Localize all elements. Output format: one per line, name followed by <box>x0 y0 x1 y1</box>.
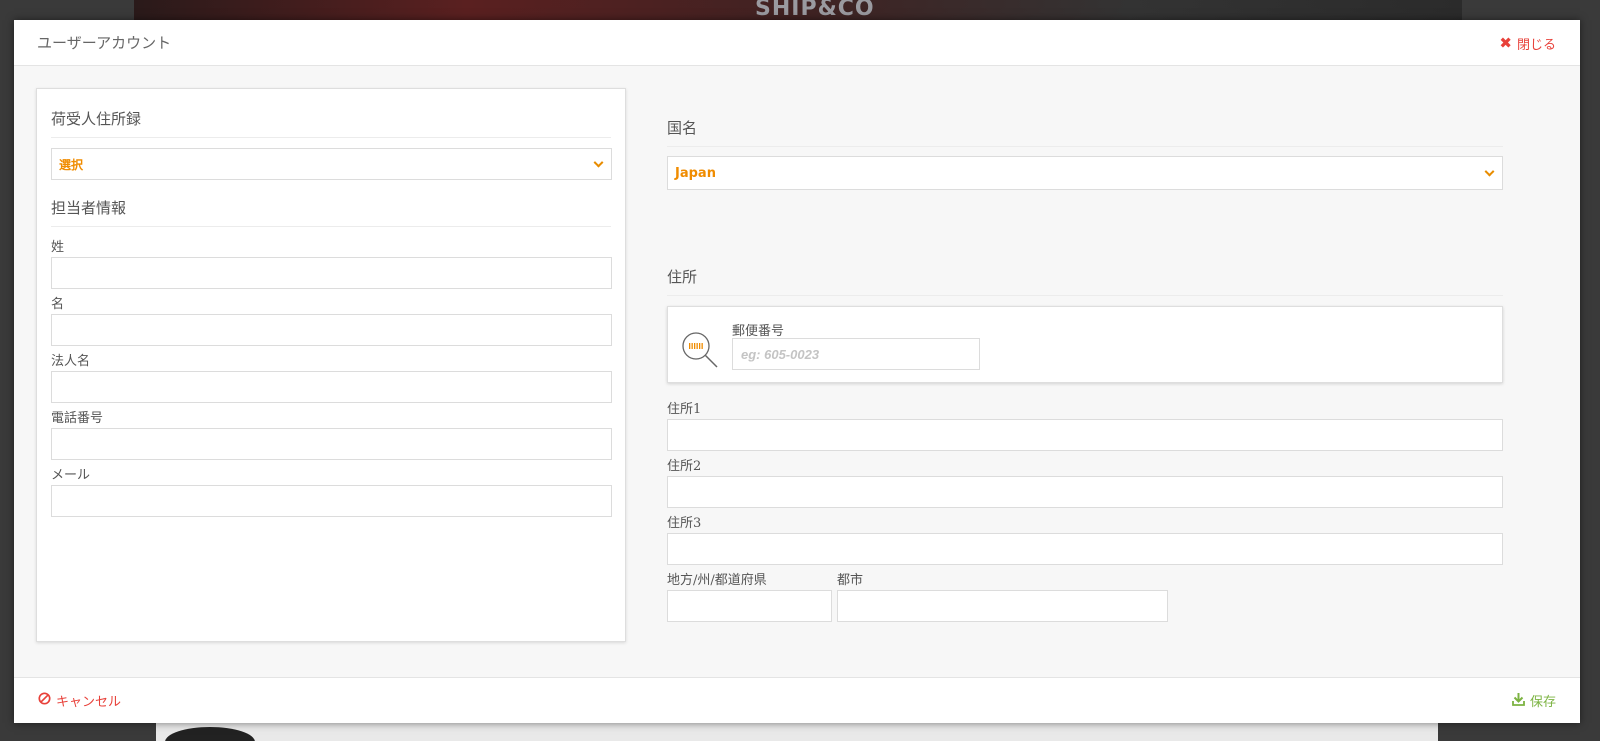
email-input[interactable] <box>51 485 612 517</box>
address2-input[interactable] <box>667 476 1503 508</box>
country-select[interactable]: Japan <box>667 156 1503 190</box>
address3-input[interactable] <box>667 533 1503 565</box>
modal-title: ユーザーアカウント <box>37 34 172 52</box>
address1-group: 住所1 <box>667 398 1503 451</box>
address-section: 住所 <box>667 266 1503 296</box>
email-label: メール <box>51 468 91 483</box>
country-select-value: Japan <box>675 165 716 181</box>
country-section: 国名 <box>667 117 1503 147</box>
address3-label: 住所3 <box>667 516 702 531</box>
user-account-modal: ユーザーアカウント ✖ 閉じる 荷受人住所録 選択 担当者情報 姓 名 法人名 <box>14 20 1580 723</box>
background-page <box>156 722 1438 741</box>
save-label: 保存 <box>1529 695 1556 710</box>
city-label: 都市 <box>837 573 864 588</box>
address2-label: 住所2 <box>667 459 702 474</box>
close-button[interactable]: ✖ 閉じる <box>1499 34 1556 54</box>
company-label: 法人名 <box>51 354 91 369</box>
address-heading: 住所 <box>667 266 1503 296</box>
close-label: 閉じる <box>1516 38 1556 53</box>
city-input[interactable] <box>837 590 1168 622</box>
address2-group: 住所2 <box>667 455 1503 508</box>
save-button[interactable]: 保存 <box>1512 691 1556 710</box>
company-group: 法人名 <box>51 350 612 403</box>
address1-label: 住所1 <box>667 402 702 417</box>
address1-input[interactable] <box>667 419 1503 451</box>
prefecture-input[interactable] <box>667 590 832 622</box>
prefecture-label: 地方/州/都道府県 <box>667 573 767 588</box>
first-name-group: 名 <box>51 293 612 346</box>
chevron-down-icon <box>1484 166 1495 177</box>
cancel-button[interactable]: キャンセル <box>38 691 121 710</box>
download-icon <box>1512 692 1525 710</box>
first-name-input[interactable] <box>51 314 612 346</box>
contact-panel: 荷受人住所録 選択 担当者情報 姓 名 法人名 電話番号 メール <box>36 88 626 642</box>
last-name-label: 姓 <box>51 240 65 255</box>
address-book-heading: 荷受人住所録 <box>51 108 611 138</box>
email-group: メール <box>51 464 612 517</box>
address-book-select-value: 選択 <box>59 157 84 172</box>
phone-input[interactable] <box>51 428 612 460</box>
company-input[interactable] <box>51 371 612 403</box>
zip-label: 郵便番号 <box>732 324 785 339</box>
zip-search-icon <box>680 331 720 375</box>
close-icon: ✖ <box>1499 34 1512 52</box>
country-heading: 国名 <box>667 117 1503 147</box>
zip-input[interactable] <box>732 338 980 370</box>
modal-header: ユーザーアカウント ✖ 閉じる <box>14 20 1580 66</box>
last-name-group: 姓 <box>51 236 612 289</box>
zip-lookup-box: 郵便番号 <box>667 306 1503 383</box>
phone-label: 電話番号 <box>51 411 104 426</box>
address3-group: 住所3 <box>667 512 1503 565</box>
city-group: 都市 <box>837 569 1168 622</box>
prefecture-group: 地方/州/都道府県 <box>667 569 832 622</box>
modal-footer: キャンセル 保存 <box>14 677 1580 723</box>
contact-section: 担当者情報 <box>51 197 611 227</box>
address-book-select[interactable]: 選択 <box>51 148 612 180</box>
cancel-icon <box>38 692 51 709</box>
cancel-label: キャンセル <box>56 695 122 710</box>
chevron-down-icon <box>593 157 604 168</box>
phone-group: 電話番号 <box>51 407 612 460</box>
contact-heading: 担当者情報 <box>51 197 611 227</box>
first-name-label: 名 <box>51 297 65 312</box>
last-name-input[interactable] <box>51 257 612 289</box>
background-brand-logo: SHIP&CO <box>755 0 875 21</box>
address-book-section: 荷受人住所録 <box>51 108 611 138</box>
